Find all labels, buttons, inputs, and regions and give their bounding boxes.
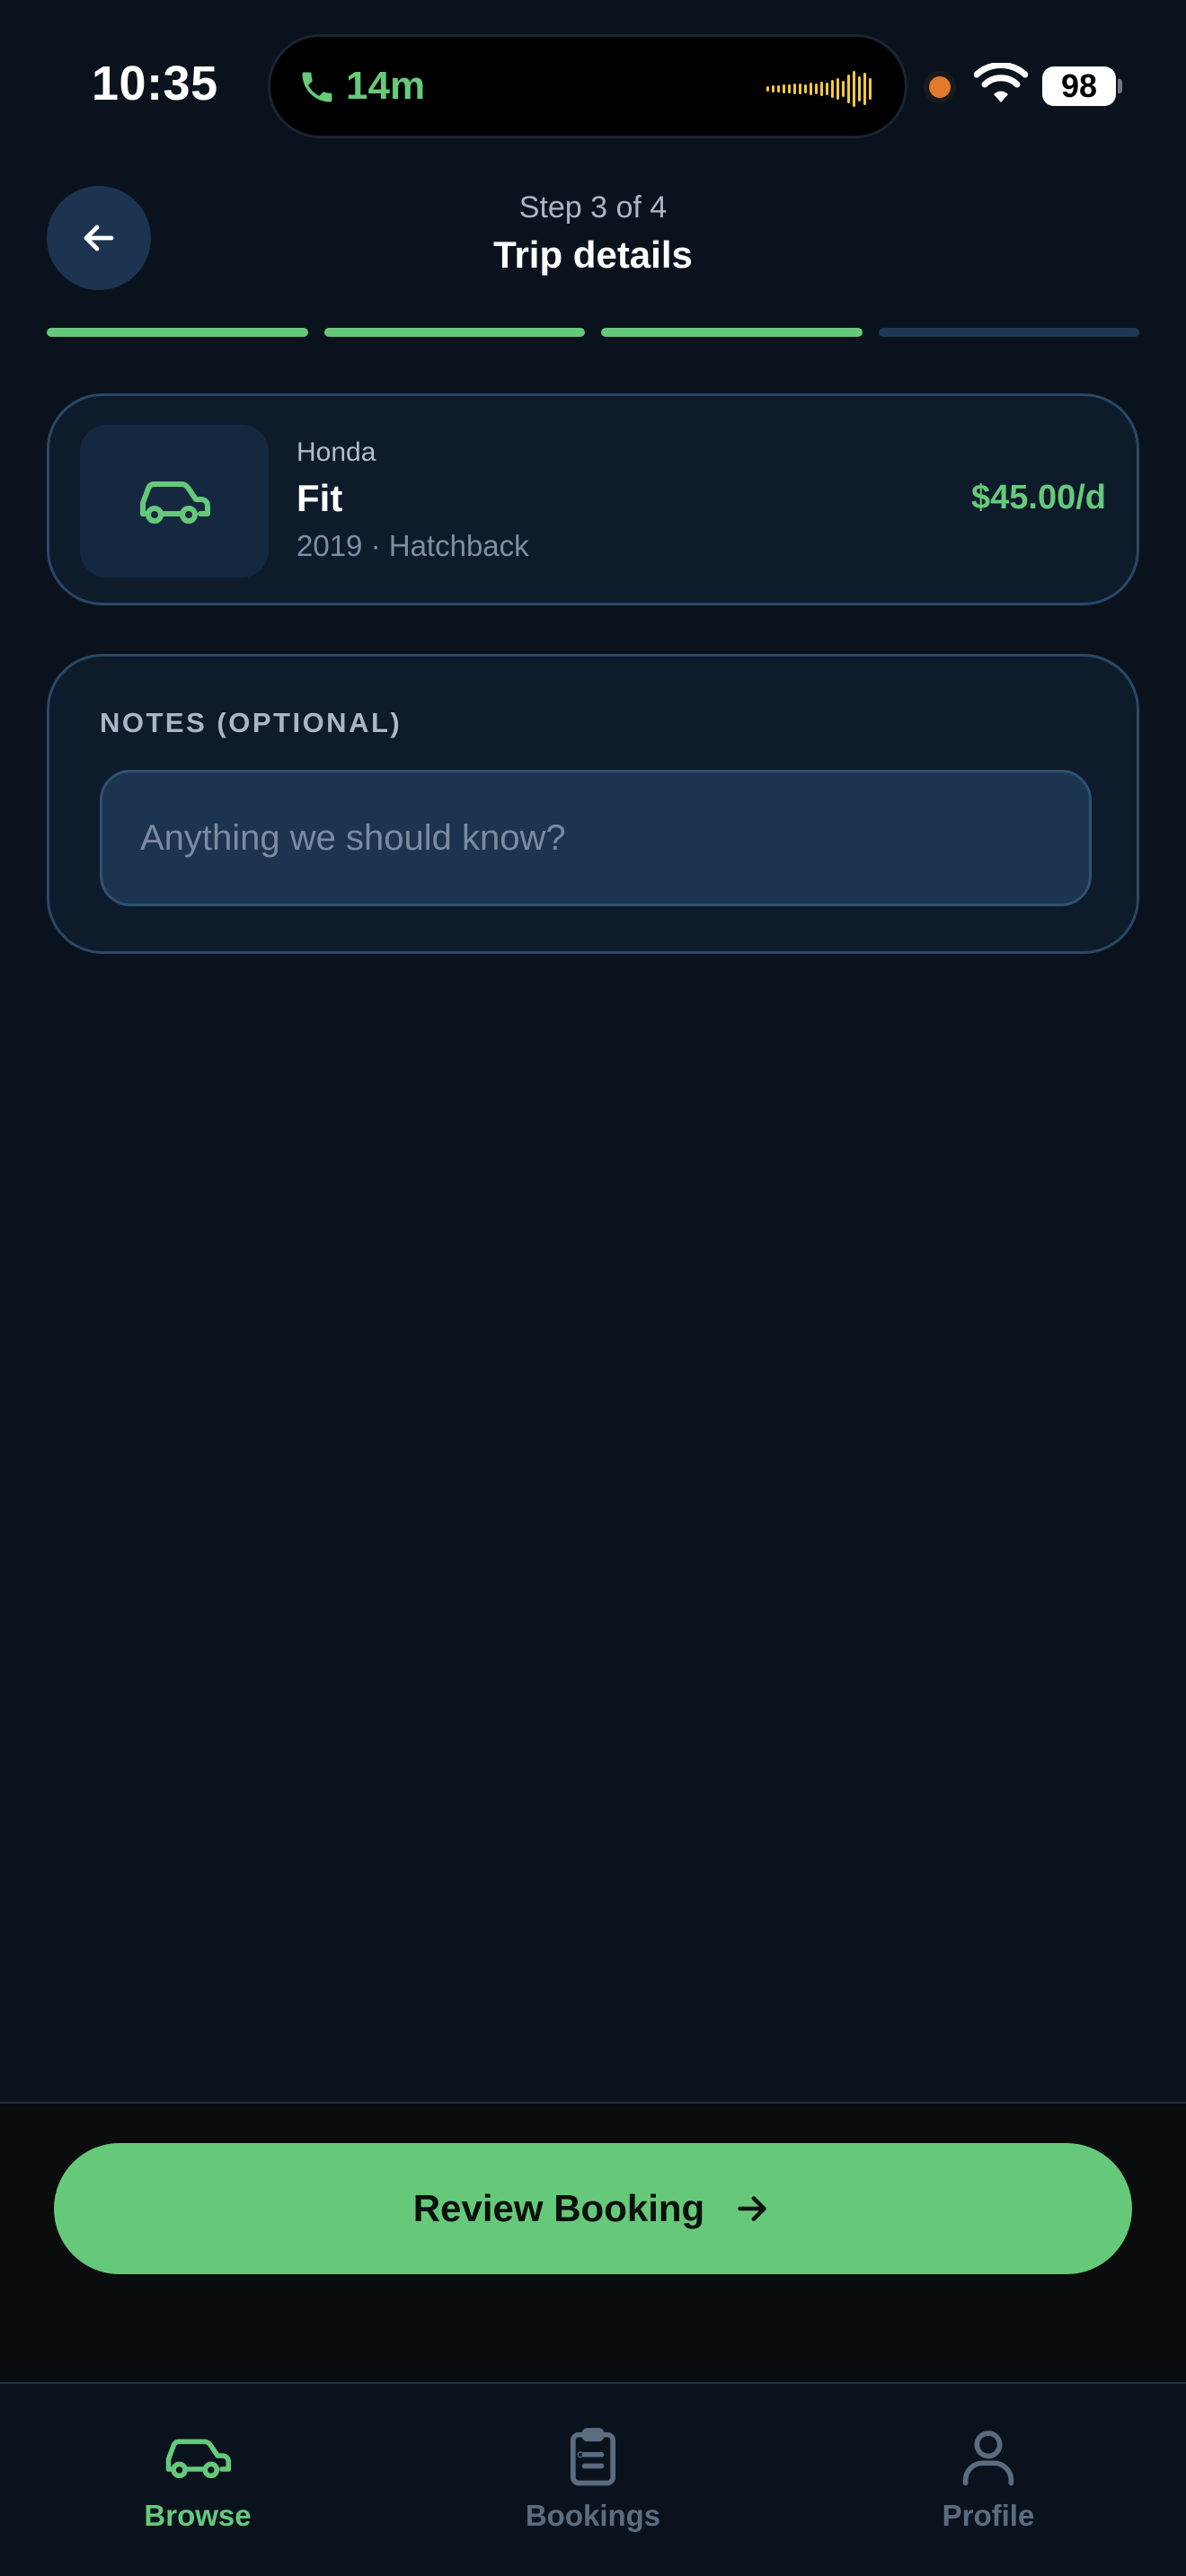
status-time: 10:35 [92,57,218,110]
tab-browse[interactable]: Browse [63,2423,332,2540]
waveform-icon [766,71,872,107]
tab-bookings-label: Bookings [525,2499,661,2532]
progress-segment-1 [47,328,308,337]
battery-nub [1118,79,1122,93]
vehicle-model: Fit [296,477,343,519]
review-booking-label: Review Booking [412,2187,705,2229]
wifi-icon [974,63,1028,102]
status-bar: 10:35 14m 98 [0,0,1186,171]
progress-segment-2 [323,328,585,337]
page-title: Trip details [493,234,693,276]
notes-card: NOTES (OPTIONAL) [47,654,1139,954]
privacy-indicator [929,76,951,98]
clipboard-icon [570,2428,616,2486]
action-area: Review Booking [0,2102,1186,2382]
car-icon [165,2439,232,2479]
call-duration: 14m [346,64,426,108]
progress-segment-3 [601,328,863,337]
progress-bar [47,328,1139,337]
vehicle-make: Honda [296,437,376,467]
car-icon [140,481,210,524]
battery-icon: 98 [1042,66,1116,106]
phone-icon [302,72,332,102]
step-indicator: Step 3 of 4 [518,190,668,225]
user-icon [962,2430,1014,2486]
tab-browse-label: Browse [144,2499,252,2532]
notes-label: NOTES (OPTIONAL) [100,707,403,738]
vehicle-thumbnail [80,425,269,578]
tab-profile[interactable]: Profile [854,2423,1123,2540]
battery-level: 98 [1060,67,1098,104]
vehicle-details: 2019 · Hatchback [296,529,529,562]
notes-input[interactable] [100,770,1092,906]
dynamic-island-call[interactable]: 14m [268,34,907,138]
progress-segment-4 [878,328,1139,337]
arrow-right-icon [738,2196,766,2221]
tab-bookings[interactable]: Bookings [458,2423,728,2540]
vehicle-card: Honda Fit 2019 · Hatchback $45.00/d [47,393,1139,605]
tab-profile-label: Profile [942,2499,1035,2532]
tab-bar: Browse Bookings Profile [0,2382,1186,2576]
vehicle-price: $45.00/d [971,479,1106,516]
review-booking-button[interactable]: Review Booking [54,2143,1132,2274]
